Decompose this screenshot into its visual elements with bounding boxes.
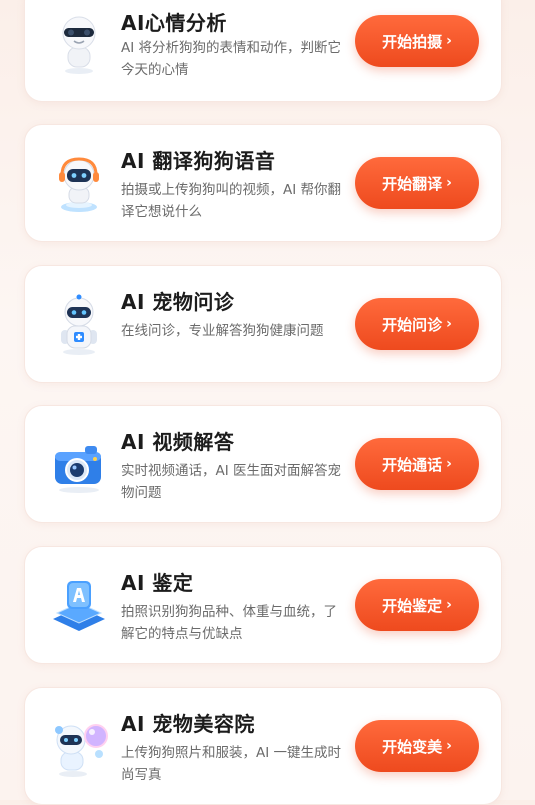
start-identify-button[interactable]: 开始鉴定 › (355, 579, 479, 631)
start-consult-button[interactable]: 开始问诊 › (355, 298, 479, 350)
card-description: 实时视频通话，AI 医生面对面解答宠物问题 (121, 463, 342, 501)
feature-card-translate: AI 翻译狗狗语音 拍摄或上传狗狗叫的视频，AI 帮你翻译它想说什么 开始翻译 … (24, 124, 502, 242)
start-call-button[interactable]: 开始通话 › (355, 438, 479, 490)
button-label: 开始鉴定 (382, 596, 443, 615)
card-description: AI 将分析狗狗的表情和动作，判断它今天的心情 (121, 40, 342, 78)
feature-card-beauty: AI 宠物美容院 上传狗狗照片和服装，AI 一键生成时尚写真 开始变美 › (24, 687, 502, 805)
feature-card-consult: AI 宠物问诊 在线问诊，专业解答狗狗健康问题 开始问诊 › (24, 265, 502, 383)
camera-icon (55, 446, 101, 493)
card-title: AI 宠物美容院 (121, 712, 255, 736)
card-description: 上传狗狗照片和服装，AI 一键生成时尚写真 (121, 745, 342, 783)
card-title: AI 视频解答 (121, 430, 235, 454)
button-label: 开始变美 (382, 737, 443, 756)
card-title: AI 宠物问诊 (121, 290, 235, 314)
card-title: AI心情分析 (121, 11, 227, 35)
robot-sunglasses-icon (62, 16, 96, 74)
robot-headset-icon (59, 157, 99, 212)
chevron-right-icon: › (446, 738, 452, 754)
feature-card-mood: AI心情分析 AI 将分析狗狗的表情和动作，判断它今天的心情 开始拍摄 › (24, 0, 502, 102)
chevron-right-icon: › (446, 456, 452, 472)
feature-card-video: AI 视频解答 实时视频通话，AI 医生面对面解答宠物问题 开始通话 › (24, 405, 502, 523)
chevron-right-icon: › (446, 33, 452, 49)
button-label: 开始通话 (382, 455, 443, 474)
robot-doctor-icon (61, 294, 97, 355)
ai-chip-icon (53, 581, 105, 631)
chevron-right-icon: › (446, 316, 452, 332)
button-label: 开始问诊 (382, 315, 443, 334)
button-label: 开始拍摄 (382, 32, 443, 51)
card-title: AI 翻译狗狗语音 (121, 149, 276, 173)
card-description: 拍照识别狗狗品种、体重与血统，了解它的特点与优缺点 (121, 604, 337, 642)
start-beautify-button[interactable]: 开始变美 › (355, 720, 479, 772)
chevron-right-icon: › (446, 597, 452, 613)
card-title: AI 鉴定 (121, 571, 194, 595)
robot-bubble-icon (55, 724, 108, 777)
card-description: 拍摄或上传狗狗叫的视频，AI 帮你翻译它想说什么 (121, 182, 342, 220)
start-translate-button[interactable]: 开始翻译 › (355, 157, 479, 209)
start-shoot-button[interactable]: 开始拍摄 › (355, 15, 479, 67)
button-label: 开始翻译 (382, 174, 443, 193)
card-description: 在线问诊，专业解答狗狗健康问题 (121, 323, 324, 339)
feature-card-identify: AI 鉴定 拍照识别狗狗品种、体重与血统，了解它的特点与优缺点 开始鉴定 › (24, 546, 502, 664)
chevron-right-icon: › (446, 175, 452, 191)
